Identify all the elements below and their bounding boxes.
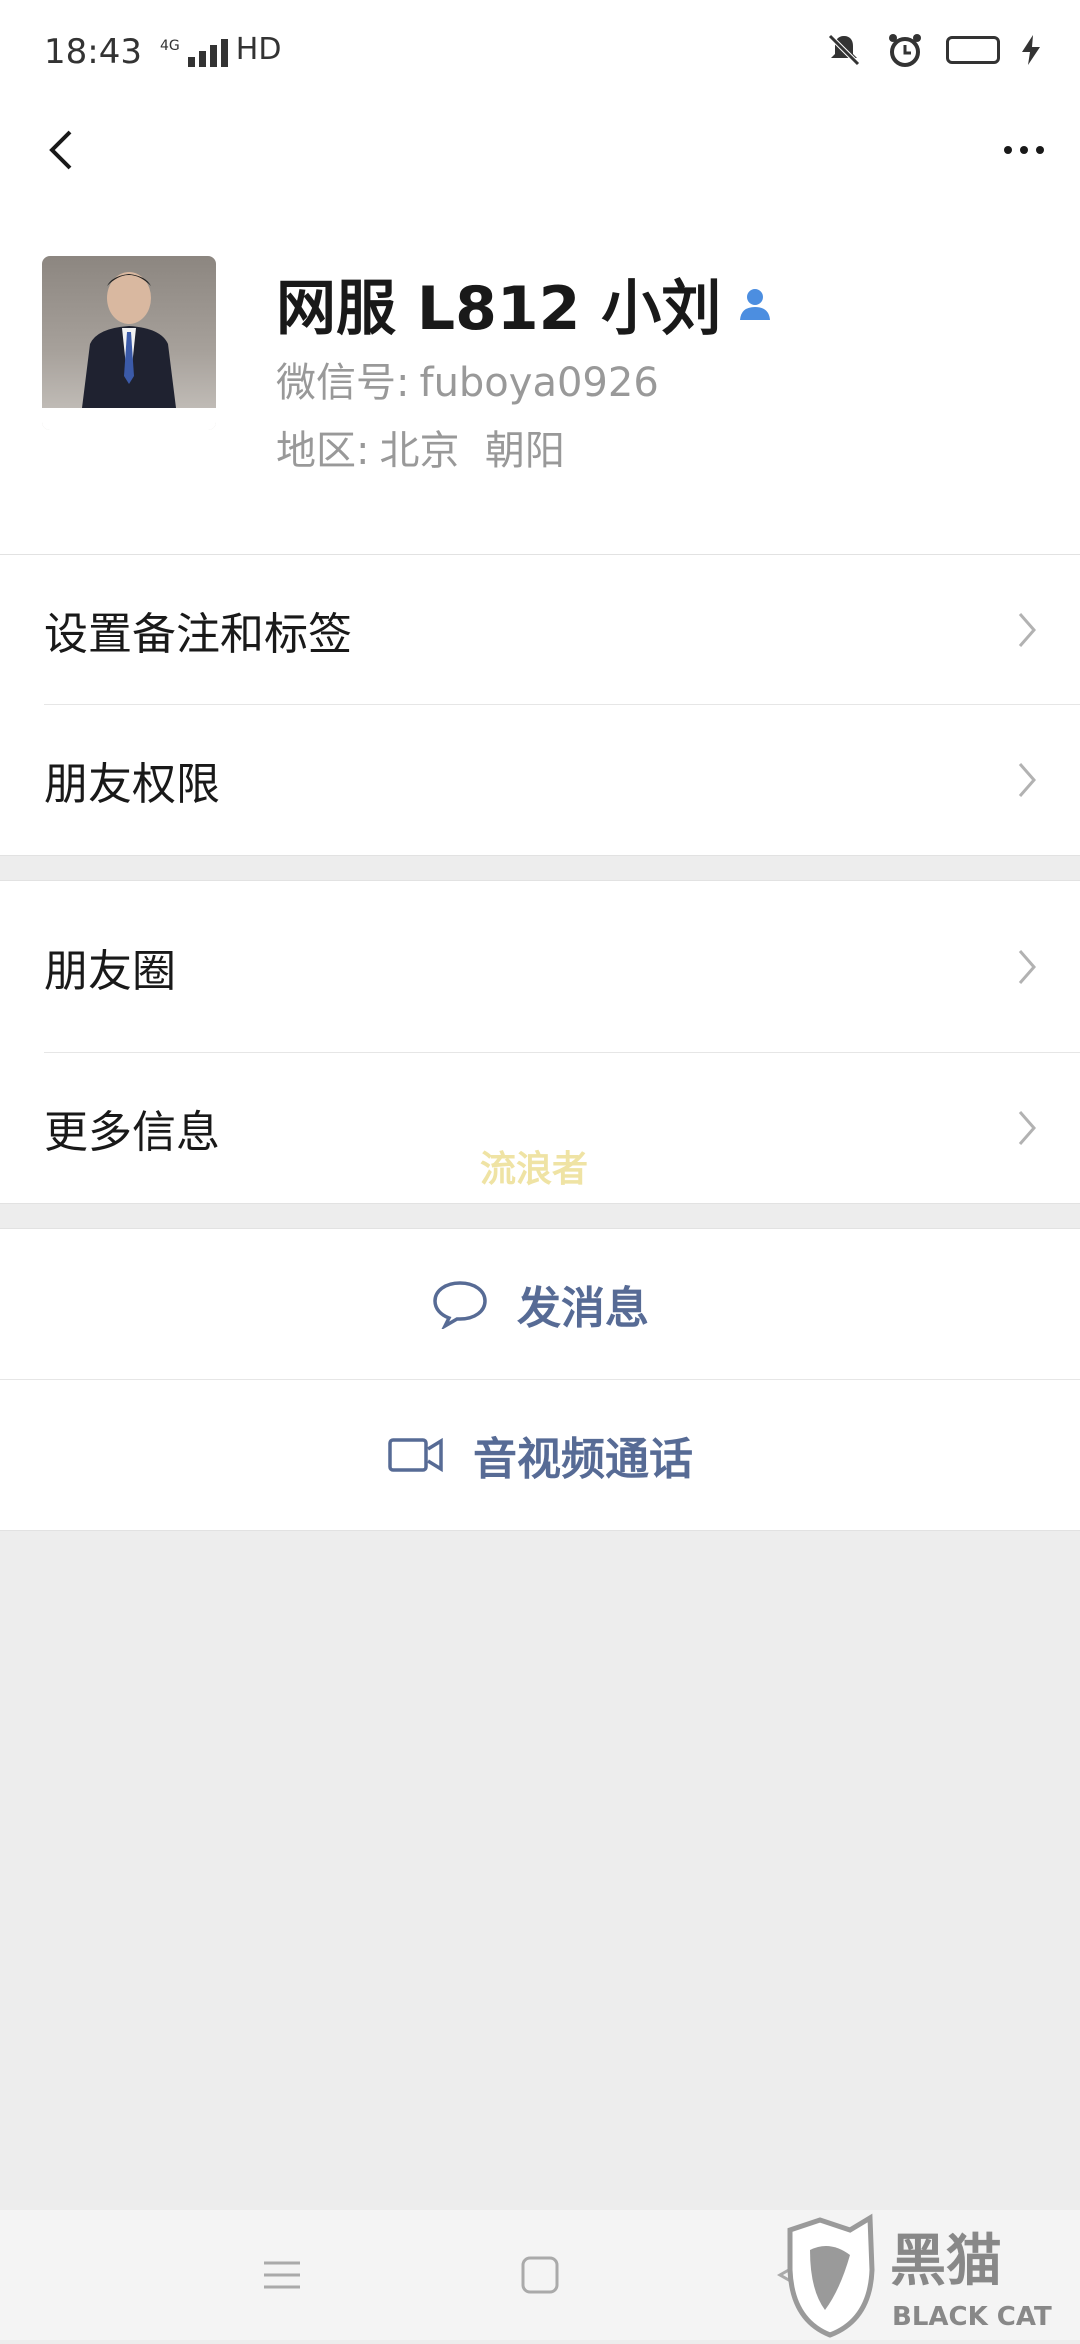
wechat-id: 微信号: fuboya0926 [276,350,659,408]
wechat-id-value: fuboya0926 [419,360,659,406]
black-cat-icon: 黑猫 BLACK CAT [787,2213,1052,2338]
menu-icon[interactable] [262,2255,302,2295]
send-message-button[interactable]: 发消息 [0,1229,1080,1379]
status-icons [824,30,1040,70]
status-time: 18:43 [44,32,142,72]
row-remarks-tags-label: 设置备注和标签 [44,609,352,660]
contact-person-icon [740,288,771,320]
video-call-button[interactable]: 音视频通话 [0,1380,1080,1530]
settings-group: 设置备注和标签 朋友权限 [0,554,1080,856]
back-icon[interactable] [34,120,94,180]
mute-icon [828,34,860,66]
contact-name: 网服 L812 小刘 [276,274,722,344]
signal-icon [187,37,228,67]
status-bar: 18:43 4G HD [0,0,1080,100]
row-remarks-tags[interactable]: 设置备注和标签 [0,555,1080,705]
region: 地区: 北京 朝阳 [276,418,565,476]
hd-label: HD [235,32,282,67]
chevron-right-icon [1018,950,1036,984]
more-icon[interactable] [994,120,1054,180]
alarm-icon [889,34,921,67]
profile-header: 网服 L812 小刘 微信号: fuboya0926 地区: 北京 朝阳 [0,200,1080,555]
chevron-right-icon [1018,1111,1036,1145]
region-value: 北京 朝阳 [379,428,565,474]
row-moments-label: 朋友圈 [44,946,176,997]
chat-bubble-icon [433,1281,487,1329]
video-camera-icon [388,1437,443,1473]
chevron-right-icon [1018,763,1036,797]
region-label: 地区: [276,428,370,474]
charging-icon [1022,35,1040,65]
network-type: 4G [160,38,180,54]
brand-cn: 黑猫 [890,2229,1002,2294]
action-group: 发消息 音视频通话 [0,1228,1080,1531]
avatar-portrait [82,272,176,408]
row-friend-permissions[interactable]: 朋友权限 [0,705,1080,855]
row-friend-permissions-label: 朋友权限 [44,759,220,810]
brand-en: BLACK CAT [892,2302,1052,2332]
network-indicator: 4G HD [160,32,281,67]
watermark: 流浪者 [480,1149,589,1190]
avatar[interactable] [42,256,216,430]
nav-bar [0,100,1080,200]
row-more-info-label: 更多信息 [44,1107,220,1158]
black-cat-logo: 黑猫 BLACK CAT [780,2210,1080,2340]
wechat-id-label: 微信号: [276,360,410,406]
send-message-label: 发消息 [517,1283,649,1334]
chevron-right-icon [1018,613,1036,647]
row-moments[interactable]: 朋友圈 [0,881,1080,1053]
avatar-footer-strip [42,408,216,430]
battery-icon [946,36,1000,64]
home-icon[interactable] [520,2255,560,2295]
video-call-label: 音视频通话 [473,1434,693,1485]
